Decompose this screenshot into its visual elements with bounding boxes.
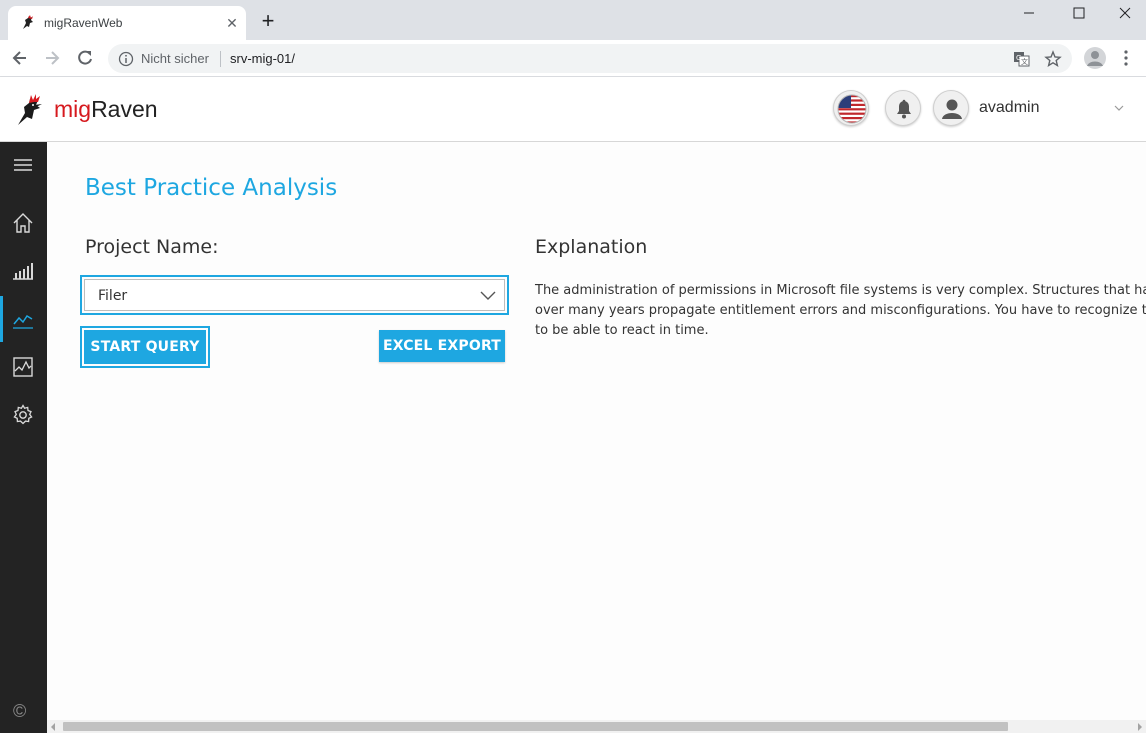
back-arrow-icon[interactable] <box>10 48 30 68</box>
translate-icon[interactable]: G 文 <box>1013 50 1031 68</box>
app-header: migRaven avadmin <box>0 77 1146 142</box>
sidebar-item-analysis[interactable] <box>0 296 47 342</box>
scrollbar-thumb[interactable] <box>63 722 1008 731</box>
scroll-left-arrow-icon[interactable] <box>51 723 55 731</box>
sidebar-item-settings[interactable] <box>0 392 47 438</box>
sidebar-toggle[interactable] <box>0 142 47 188</box>
brand-mig: mig <box>54 96 92 122</box>
gear-icon <box>13 404 33 425</box>
browser-toolbar: Nicht sicher srv-mig-01/ G 文 <box>0 40 1146 77</box>
app-brand[interactable]: migRaven <box>54 96 158 123</box>
migraven-logo-icon[interactable] <box>14 93 48 127</box>
horizontal-scrollbar[interactable] <box>47 720 1146 733</box>
maximize-icon[interactable] <box>1068 4 1090 22</box>
bookmark-star-icon[interactable] <box>1044 50 1062 68</box>
security-status[interactable]: Nicht sicher <box>141 51 209 66</box>
window-close-icon[interactable] <box>1114 4 1136 22</box>
language-switcher[interactable] <box>833 90 869 126</box>
user-icon <box>942 99 962 119</box>
home-icon <box>13 213 33 233</box>
sidebar: © <box>0 142 47 733</box>
new-tab-button[interactable]: + <box>258 10 278 32</box>
svg-text:文: 文 <box>1021 57 1028 66</box>
minimize-icon[interactable] <box>1018 4 1040 22</box>
brand-raven: Raven <box>91 96 158 122</box>
project-select[interactable]: Filer <box>84 279 505 311</box>
bar-chart-icon <box>13 263 33 280</box>
url-text[interactable]: srv-mig-01/ <box>230 51 295 66</box>
page-title: Best Practice Analysis <box>85 175 338 201</box>
line-chart-icon <box>13 314 33 329</box>
project-select-value: Filer <box>98 288 128 304</box>
info-icon[interactable] <box>118 51 134 67</box>
raven-favicon-icon <box>23 15 33 29</box>
browser-menu-icon[interactable] <box>1118 48 1134 68</box>
project-name-label: Project Name: <box>85 236 219 258</box>
sidebar-item-monitoring[interactable] <box>0 344 47 390</box>
tab-close-icon[interactable]: ✕ <box>224 15 240 31</box>
tab-title: migRavenWeb <box>44 16 123 30</box>
copyright-icon[interactable]: © <box>13 701 26 722</box>
sidebar-item-home[interactable] <box>0 200 47 246</box>
activity-chart-icon <box>13 357 33 377</box>
us-flag-icon <box>837 94 867 124</box>
browser-profile-avatar[interactable] <box>1084 47 1106 69</box>
reload-icon[interactable] <box>75 48 95 68</box>
address-bar[interactable]: Nicht sicher srv-mig-01/ G 文 <box>108 44 1072 73</box>
browser-tab-bar: migRavenWeb ✕ + <box>0 0 1146 40</box>
notifications-button[interactable] <box>885 90 921 126</box>
profile-icon <box>1087 51 1103 66</box>
sidebar-item-reports[interactable] <box>0 248 47 294</box>
browser-tab[interactable]: migRavenWeb ✕ <box>8 6 246 40</box>
project-select-focus-ring: Filer <box>80 275 509 315</box>
chevron-down-icon[interactable] <box>1112 103 1126 113</box>
user-avatar[interactable] <box>933 90 969 126</box>
explanation-text: The administration of permissions in Mic… <box>535 283 1146 338</box>
chevron-down-icon[interactable] <box>480 289 496 301</box>
start-query-button[interactable]: START QUERY <box>84 330 206 364</box>
explanation-title: Explanation <box>535 236 648 258</box>
start-query-focus-ring: START QUERY <box>80 326 210 368</box>
address-separator <box>220 51 221 67</box>
forward-arrow-icon[interactable] <box>42 48 62 68</box>
active-indicator <box>0 296 3 342</box>
username[interactable]: avadmin <box>979 99 1039 117</box>
main-content: Best Practice Analysis Project Name: Fil… <box>47 142 1146 720</box>
excel-export-button[interactable]: EXCEL EXPORT <box>379 330 505 362</box>
menu-icon <box>14 159 32 171</box>
bell-icon <box>897 99 911 119</box>
scroll-right-arrow-icon[interactable] <box>1138 723 1142 731</box>
